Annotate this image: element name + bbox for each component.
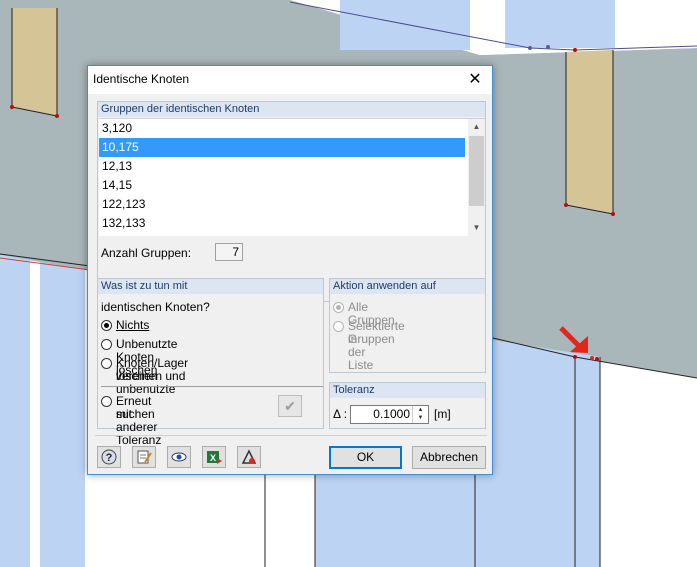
list-item[interactable]: 132,133 — [99, 214, 485, 233]
group-count-value: 7 — [215, 243, 243, 261]
svg-text:X: X — [210, 453, 216, 463]
svg-text:?: ? — [106, 452, 113, 464]
list-item[interactable]: 12,13 — [99, 157, 485, 176]
tolerance-symbol: Δ : — [333, 407, 348, 421]
radio-retry-label-line2: suchen — [116, 407, 155, 421]
scroll-up-icon[interactable]: ▲ — [468, 119, 485, 135]
radio-merge-label-line2: löschen — [116, 369, 158, 383]
divider — [101, 386, 323, 387]
action-group: Was ist zu tun mit identischen Knoten? N… — [97, 278, 324, 447]
scroll-thumb[interactable] — [469, 136, 484, 206]
action-question: identischen Knoten? — [101, 300, 210, 314]
spin-down-icon[interactable]: ▼ — [413, 414, 428, 422]
action-header: Was ist zu tun mit — [98, 279, 323, 294]
list-item[interactable]: 122,123 — [99, 195, 485, 214]
radio-retry-label-line1: Erneut mit anderer Toleranz — [116, 394, 162, 447]
scroll-down-icon[interactable]: ▼ — [468, 220, 485, 236]
apply-header: Aktion anwenden auf — [330, 279, 485, 294]
close-icon[interactable]: ✕ — [458, 66, 492, 94]
groups-panel: Gruppen der identischen Knoten 3,120 10,… — [97, 101, 486, 302]
tolerance-header: Toleranz — [330, 383, 485, 398]
apply-panel: Aktion anwenden auf Alle Gruppen Selekti… — [329, 278, 486, 373]
radio-button[interactable] — [101, 358, 112, 369]
help-button[interactable]: ? — [97, 446, 121, 468]
tolerance-panel: Toleranz Δ : 0.1000 ▲ ▼ [m] — [329, 382, 486, 429]
help-icon: ? — [101, 449, 117, 465]
edit-button[interactable] — [132, 446, 156, 468]
radio-nothing-label: Nichts — [116, 318, 150, 332]
excel-export-icon: X — [207, 451, 222, 464]
radio-button[interactable] — [333, 321, 344, 332]
excel-export-button[interactable]: X — [202, 446, 226, 468]
list-item-selected[interactable]: 10,175 — [99, 138, 465, 157]
list-item[interactable]: 14,15 — [99, 176, 485, 195]
nodes-icon — [241, 449, 257, 464]
view-button[interactable] — [167, 446, 191, 468]
apply-check-icon[interactable]: ✔ — [278, 395, 302, 417]
list-item[interactable]: 3,120 — [99, 119, 485, 138]
nodes-button[interactable] — [237, 446, 261, 468]
radio-button[interactable] — [101, 320, 112, 331]
dialog-title: Identische Knoten — [93, 72, 190, 86]
footer-divider — [95, 435, 487, 436]
view-icon — [171, 452, 187, 462]
edit-icon — [137, 450, 152, 464]
cancel-button[interactable]: Abbrechen — [412, 446, 486, 469]
list-scrollbar[interactable]: ▲ ▼ — [468, 119, 485, 236]
tolerance-value[interactable]: 0.1000 — [373, 407, 410, 421]
spinner-arrows[interactable]: ▲ ▼ — [412, 406, 428, 423]
radio-button[interactable] — [101, 339, 112, 350]
groups-header: Gruppen der identischen Knoten — [98, 102, 485, 117]
radio-selected-groups-label-line2: in der Liste — [348, 332, 374, 372]
radio-button[interactable] — [101, 396, 112, 407]
ok-button[interactable]: OK — [329, 446, 402, 469]
spin-up-icon[interactable]: ▲ — [413, 406, 428, 414]
tolerance-unit: [m] — [434, 407, 451, 421]
identical-nodes-dialog: Identische Knoten ✕ Gruppen der identisc… — [87, 65, 493, 475]
radio-button[interactable] — [333, 302, 344, 313]
tolerance-spinner[interactable]: 0.1000 ▲ ▼ — [350, 405, 429, 424]
group-count-label: Anzahl Gruppen: — [101, 246, 192, 260]
groups-listbox[interactable]: 3,120 10,175 12,13 14,15 122,123 132,133… — [99, 118, 485, 236]
title-bar: Identische Knoten ✕ — [88, 66, 492, 94]
